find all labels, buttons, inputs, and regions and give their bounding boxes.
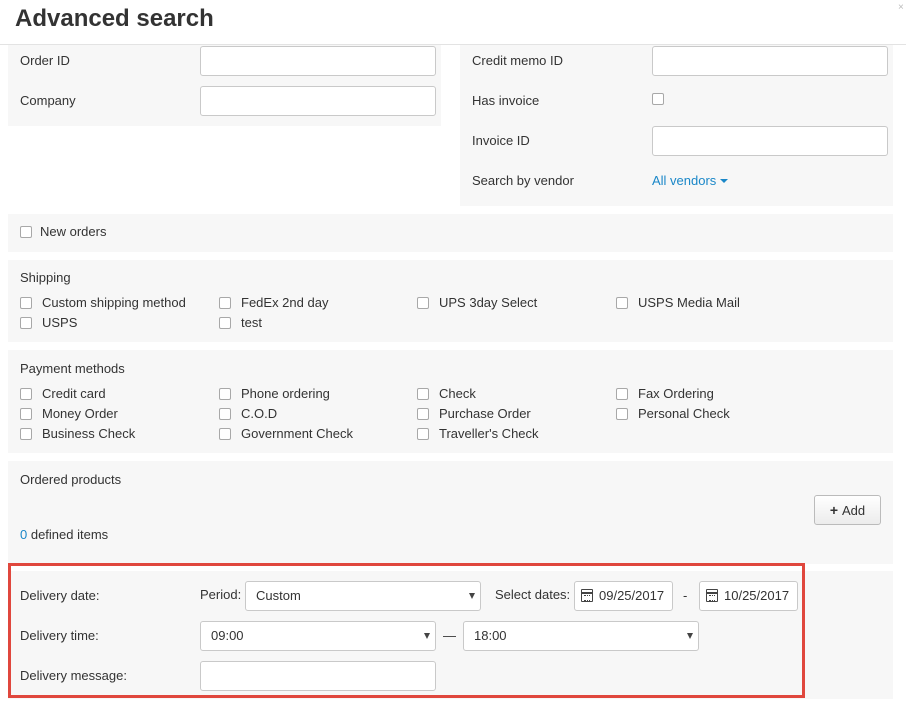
date-separator: - <box>683 588 688 603</box>
time-from-select[interactable]: 09:00 <box>200 621 436 651</box>
payment-checkbox[interactable] <box>20 428 32 440</box>
date-to-value: 10/25/2017 <box>724 588 790 603</box>
has-invoice-checkbox[interactable] <box>652 93 664 105</box>
select-dates-label: Select dates: <box>495 587 571 602</box>
payment-checkbox[interactable] <box>616 388 628 400</box>
close-icon[interactable]: × <box>898 3 906 13</box>
time-separator: — <box>443 628 456 643</box>
invoice-id-label: Invoice ID <box>472 133 530 148</box>
company-input[interactable] <box>200 86 436 116</box>
payment-option: Phone ordering <box>241 386 330 401</box>
page-title: Advanced search <box>15 5 214 32</box>
dropdown-arrow-icon <box>424 633 430 639</box>
calendar-icon <box>706 589 718 602</box>
payment-checkbox[interactable] <box>417 388 429 400</box>
payment-checkbox[interactable] <box>20 388 32 400</box>
vendor-dropdown[interactable]: All vendors <box>652 173 729 189</box>
payment-option: Business Check <box>42 426 136 441</box>
invoice-id-input[interactable] <box>652 126 888 156</box>
payment-checkbox[interactable] <box>20 408 32 420</box>
products-title: Ordered products <box>20 472 122 487</box>
shipping-option: UPS 3day Select <box>439 295 538 310</box>
date-to-input[interactable]: 10/25/2017 <box>699 581 798 611</box>
calendar-icon <box>581 589 593 602</box>
vendor-value: All vendors <box>652 173 717 188</box>
caret-down-icon <box>720 178 729 183</box>
dropdown-arrow-icon <box>469 593 475 599</box>
defined-items-text: 0 defined items <box>20 527 108 543</box>
period-select-value: Custom <box>256 588 301 603</box>
credit-memo-input[interactable] <box>652 46 888 76</box>
delivery-date-label: Delivery date: <box>20 588 100 603</box>
payment-option: Fax Ordering <box>638 386 714 401</box>
company-label: Company <box>20 93 76 108</box>
payment-checkbox[interactable] <box>417 408 429 420</box>
payment-option: Money Order <box>42 406 118 421</box>
delivery-message-input[interactable] <box>200 661 436 691</box>
order-id-input[interactable] <box>200 46 436 76</box>
shipping-checkbox[interactable] <box>20 297 32 309</box>
period-select[interactable]: Custom <box>245 581 481 611</box>
date-from-value: 09/25/2017 <box>599 588 665 603</box>
time-to-value: 18:00 <box>474 628 507 643</box>
shipping-option: Custom shipping method <box>42 295 186 310</box>
payment-title: Payment methods <box>20 361 125 376</box>
shipping-option: test <box>241 315 262 330</box>
new-orders-checkbox[interactable] <box>20 226 32 238</box>
shipping-checkbox[interactable] <box>219 297 231 309</box>
shipping-checkbox[interactable] <box>417 297 429 309</box>
plus-icon: + <box>829 502 839 518</box>
payment-option: Traveller's Check <box>439 426 539 441</box>
delivery-message-label: Delivery message: <box>20 668 127 683</box>
payment-checkbox[interactable] <box>417 428 429 440</box>
time-from-value: 09:00 <box>211 628 244 643</box>
time-to-select[interactable]: 18:00 <box>463 621 699 651</box>
delivery-time-label: Delivery time: <box>20 628 99 643</box>
payment-checkbox[interactable] <box>219 408 231 420</box>
has-invoice-label: Has invoice <box>472 93 540 108</box>
new-orders-panel <box>8 214 893 252</box>
payment-option: Credit card <box>42 386 106 401</box>
payment-option: Check <box>439 386 476 401</box>
payment-option: Government Check <box>241 426 353 441</box>
shipping-option: FedEx 2nd day <box>241 295 329 310</box>
vendor-label: Search by vendor <box>472 173 574 188</box>
dropdown-arrow-icon <box>687 633 693 639</box>
order-id-label: Order ID <box>20 53 70 68</box>
payment-checkbox[interactable] <box>219 428 231 440</box>
shipping-checkbox[interactable] <box>219 317 231 329</box>
add-button-label: Add <box>842 503 866 518</box>
products-panel <box>8 461 893 564</box>
payment-option: Purchase Order <box>439 406 531 421</box>
defined-items-suffix: defined items <box>27 527 109 542</box>
payment-checkbox[interactable] <box>219 388 231 400</box>
payment-checkbox[interactable] <box>616 408 628 420</box>
payment-option: Personal Check <box>638 406 730 421</box>
shipping-title: Shipping <box>20 270 71 285</box>
date-from-input[interactable]: 09/25/2017 <box>574 581 673 611</box>
add-product-button[interactable]: + Add <box>814 495 881 525</box>
payment-option: C.O.D <box>241 406 278 421</box>
shipping-checkbox[interactable] <box>20 317 32 329</box>
new-orders-label: New orders <box>40 224 107 239</box>
credit-memo-label: Credit memo ID <box>472 53 564 68</box>
shipping-option: USPS <box>42 315 78 330</box>
shipping-checkbox[interactable] <box>616 297 628 309</box>
shipping-option: USPS Media Mail <box>638 295 740 310</box>
period-label: Period: <box>200 587 242 602</box>
